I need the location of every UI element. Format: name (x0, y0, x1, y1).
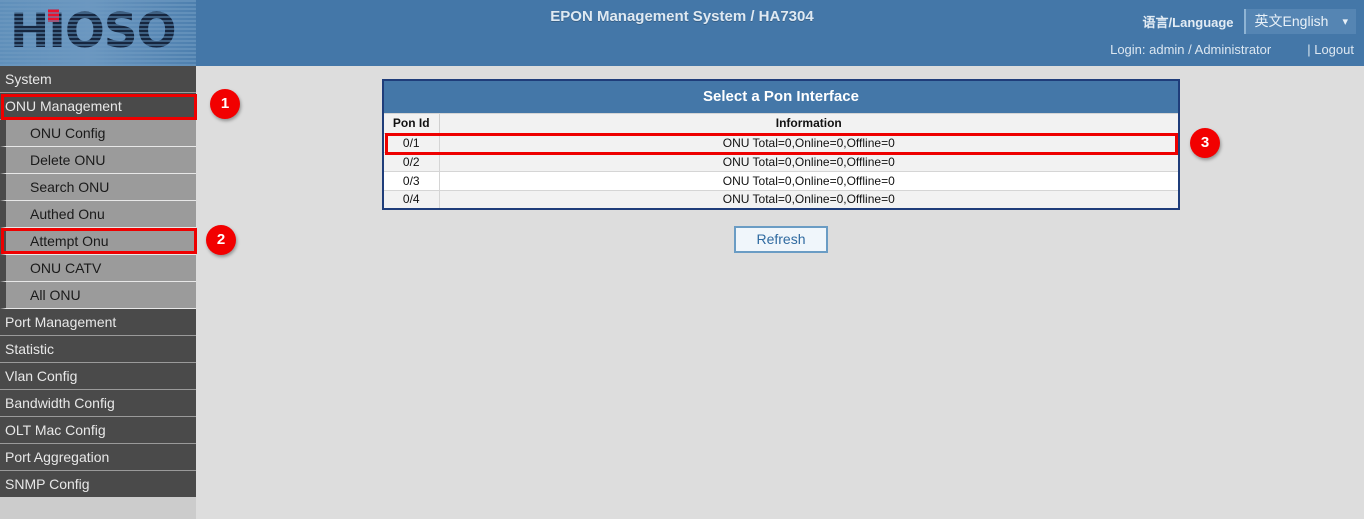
sidebar-item-vlan-config[interactable]: Vlan Config (0, 363, 196, 390)
sidebar-item-system[interactable]: System (0, 66, 196, 93)
language-label: 语言/Language (1143, 12, 1234, 31)
sidebar-item-port-management[interactable]: Port Management (0, 309, 196, 336)
sidebar-item-bandwidth-config[interactable]: Bandwidth Config (0, 390, 196, 417)
cell-information: ONU Total=0,Online=0,Offline=0 (439, 190, 1179, 209)
sidebar-item-onu-catv[interactable]: ONU CATV (0, 255, 196, 282)
sidebar-item-delete-onu[interactable]: Delete ONU (0, 147, 196, 174)
app-header: HIOSO EPON Management System / HA7304 语言… (0, 0, 1364, 66)
cell-information: ONU Total=0,Online=0,Offline=0 (439, 133, 1179, 152)
column-header-pon-id: Pon Id (383, 113, 439, 133)
pon-interface-table: Select a Pon Interface Pon Id Informatio… (382, 79, 1180, 210)
refresh-button-row: Refresh (382, 226, 1180, 253)
sidebar-item-port-aggregation[interactable]: Port Aggregation (0, 444, 196, 471)
logout-link[interactable]: | Logout (1307, 42, 1354, 57)
main-content: Select a Pon Interface Pon Id Informatio… (196, 66, 1364, 519)
cell-pon-id: 0/1 (383, 133, 439, 152)
table-row[interactable]: 0/2 ONU Total=0,Online=0,Offline=0 (383, 152, 1179, 171)
language-select[interactable]: 英文English ▾ (1244, 9, 1356, 34)
annotation-badge-1: 1 (210, 89, 240, 119)
annotation-badge-2: 2 (206, 225, 236, 255)
language-selector-group: 语言/Language 英文English ▾ (1143, 9, 1356, 34)
sidebar-item-olt-mac-config[interactable]: OLT Mac Config (0, 417, 196, 444)
sidebar-item-all-onu[interactable]: All ONU (0, 282, 196, 309)
sidebar-item-onu-management[interactable]: ONU Management (0, 93, 196, 120)
table-row[interactable]: 0/4 ONU Total=0,Online=0,Offline=0 (383, 190, 1179, 209)
table-row[interactable]: 0/3 ONU Total=0,Online=0,Offline=0 (383, 171, 1179, 190)
login-user-text: Login: admin / Administrator (1110, 42, 1271, 57)
cell-information: ONU Total=0,Online=0,Offline=0 (439, 171, 1179, 190)
sidebar-item-statistic[interactable]: Statistic (0, 336, 196, 363)
annotation-badge-3: 3 (1190, 128, 1220, 158)
sidebar-item-search-onu[interactable]: Search ONU (0, 174, 196, 201)
sidebar-item-onu-config[interactable]: ONU Config (0, 120, 196, 147)
cell-pon-id: 0/3 (383, 171, 439, 190)
cell-information: ONU Total=0,Online=0,Offline=0 (439, 152, 1179, 171)
sidebar-footer-strip (0, 497, 196, 519)
language-select-value: 英文English (1255, 11, 1329, 31)
panel-title: Select a Pon Interface (383, 80, 1179, 113)
cell-pon-id: 0/4 (383, 190, 439, 209)
sidebar-item-snmp-config[interactable]: SNMP Config (0, 471, 196, 498)
cell-pon-id: 0/2 (383, 152, 439, 171)
sidebar-item-attempt-onu[interactable]: Attempt Onu (0, 228, 196, 255)
login-bar: Login: admin / Administrator | Logout (1110, 42, 1364, 57)
sidebar-item-authed-onu[interactable]: Authed Onu (0, 201, 196, 228)
column-header-information: Information (439, 113, 1179, 133)
chevron-down-icon: ▾ (1342, 15, 1348, 28)
sidebar-nav: System ONU Management ONU Config Delete … (0, 66, 196, 497)
table-row[interactable]: 0/1 ONU Total=0,Online=0,Offline=0 (383, 133, 1179, 152)
refresh-button[interactable]: Refresh (734, 226, 827, 253)
